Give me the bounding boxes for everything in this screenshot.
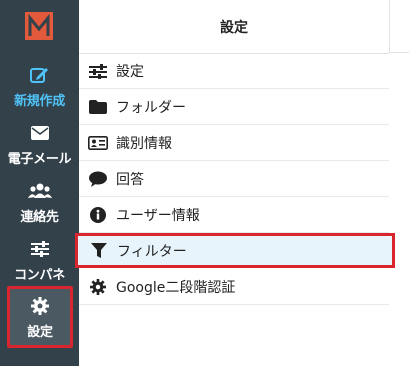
folder-icon [89, 100, 107, 114]
page-title: 設定 [79, 0, 389, 54]
filter-icon [91, 242, 107, 258]
nav-control-panel-label: コンパネ [14, 268, 65, 283]
info-icon [90, 207, 106, 223]
sidebar: 新規作成 電子メール 連絡先 コンパネ 設定 [0, 0, 79, 366]
menu-item-label: Google二段階認証 [116, 280, 236, 296]
gear-icon [90, 279, 106, 295]
menu-item-folders[interactable]: フォルダー [79, 90, 389, 125]
menu-item-label: フォルダー [116, 100, 186, 116]
menu-item-label: 識別情報 [116, 136, 172, 152]
menu-item-label: ユーザー情報 [116, 208, 200, 224]
id-card-icon [88, 136, 108, 150]
header-right-panel [389, 0, 409, 53]
nav-settings-label: 設定 [27, 325, 53, 340]
sliders-icon [30, 241, 49, 257]
menu-item-responses[interactable]: 回答 [79, 162, 389, 197]
menu-item-label: フィルター [117, 243, 187, 260]
nav-compose[interactable]: 新規作成 [0, 58, 79, 116]
nav-contacts[interactable]: 連絡先 [0, 174, 79, 232]
menu-item-label: 回答 [116, 172, 144, 188]
speech-bubble-icon [89, 171, 107, 187]
sliders-icon [89, 63, 107, 79]
nav-control-panel[interactable]: コンパネ [0, 232, 79, 290]
menu-item-two-factor[interactable]: Google二段階認証 [79, 270, 389, 305]
app-logo-icon [25, 12, 53, 40]
envelope-icon [30, 126, 49, 140]
menu-item-identities[interactable]: 識別情報 [79, 126, 389, 161]
edit-icon [29, 68, 48, 83]
nav-email-label: 電子メール [7, 152, 72, 167]
menu-item-settings[interactable]: 設定 [79, 54, 389, 89]
gear-icon [31, 297, 49, 315]
users-icon [27, 183, 52, 198]
menu-item-filters[interactable]: フィルター [75, 233, 395, 268]
nav-settings[interactable]: 設定 [7, 286, 73, 348]
menu-item-label: 設定 [116, 64, 144, 80]
nav-contacts-label: 連絡先 [20, 210, 59, 225]
menu-item-user-info[interactable]: ユーザー情報 [79, 198, 389, 233]
nav-compose-label: 新規作成 [14, 94, 65, 109]
nav-email[interactable]: 電子メール [0, 116, 79, 174]
